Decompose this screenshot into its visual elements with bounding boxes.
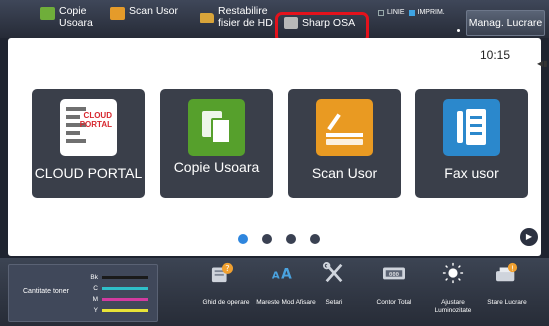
page-dot[interactable] (262, 234, 272, 244)
enlarge-display-icon: A A (272, 267, 292, 283)
toner-name: Bk (90, 274, 98, 281)
toner-row-y: Y (88, 307, 148, 314)
print-status-label: IMPRIM. (417, 9, 445, 16)
side-panel-toggle-icon[interactable]: ◀▮ (537, 56, 549, 71)
toner-bar (102, 309, 148, 312)
operation-guide-icon: ? (211, 262, 233, 283)
svg-text:?: ? (225, 263, 229, 273)
tile-label: Scan Usor (311, 165, 378, 181)
copy-icon (188, 99, 245, 156)
settings-icon (323, 262, 343, 283)
shortcut-label: Copie Usoara (59, 5, 93, 29)
button-label: Ajustare Luminozitate (434, 299, 472, 314)
toner-row-c: C (88, 285, 148, 292)
scan-icon (110, 7, 125, 20)
button-label: Setari (325, 299, 343, 306)
toner-bar (102, 298, 148, 301)
toner-name: Y (93, 307, 98, 314)
job-status-icon: ! (496, 262, 518, 282)
tile-label: CLOUD PORTAL (34, 165, 143, 181)
toner-row-bk: Bk (88, 274, 148, 281)
next-page-icon[interactable]: ▶ (520, 228, 538, 246)
shortcut-copie-usoara[interactable]: Copie Usoara (40, 5, 101, 35)
line-status-icon (378, 9, 384, 16)
tile-fax-usor[interactable]: Fax usor (415, 89, 528, 198)
tile-label: Copie Usoara (173, 159, 260, 175)
copy-icon (40, 7, 55, 20)
shortcut-scan-usor[interactable]: Scan Usor (110, 5, 178, 35)
folder-icon (200, 13, 214, 23)
line-status-label: LINIE (387, 9, 405, 16)
svg-text:000: 000 (389, 272, 399, 278)
svg-text:!: ! (511, 263, 514, 272)
fax-icon (443, 99, 500, 156)
tile-copie-usoara[interactable]: Copie Usoara (160, 89, 273, 198)
print-status-icon (408, 9, 415, 16)
tile-cloud-portal[interactable]: CLOUD PORTAL CLOUD PORTAL (32, 89, 145, 198)
scan-icon (316, 99, 373, 156)
toner-bar (102, 287, 148, 290)
status-dot (457, 29, 460, 32)
clock: 10:15 (480, 48, 511, 62)
shortcut-label: Scan Usor (129, 5, 179, 17)
shortcut-label: Restabilire fisier de HD (218, 5, 273, 29)
toner-bar (102, 276, 148, 279)
status-indicators: LINIE IMPRIM. (378, 9, 445, 16)
tile-scan-usor[interactable]: Scan Usor (288, 89, 401, 198)
brightness-icon (442, 262, 464, 284)
page-dot[interactable] (238, 234, 248, 244)
button-label: Contor Total (376, 299, 412, 306)
button-label: Ghid de operare (202, 299, 250, 306)
toner-name: M (92, 296, 98, 303)
svg-text:A: A (272, 271, 280, 282)
cloud-portal-icon: CLOUD PORTAL (60, 99, 117, 156)
page-dot[interactable] (310, 234, 320, 244)
button-label: Stare Lucrare (487, 299, 527, 306)
shortcut-restabilire-fisier[interactable]: Restabilire fisier de HD (200, 5, 282, 35)
toner-label: Cantitate toner (23, 288, 69, 295)
tile-label: Fax usor (444, 165, 499, 181)
toner-name: C (93, 285, 98, 292)
total-count-icon: 000 (383, 267, 405, 280)
toner-row-m: M (88, 296, 148, 303)
svg-text:A: A (281, 267, 292, 283)
page-dot[interactable] (286, 234, 296, 244)
page-indicator (238, 234, 334, 244)
job-status-button[interactable]: Manag. Lucrare (466, 10, 545, 36)
